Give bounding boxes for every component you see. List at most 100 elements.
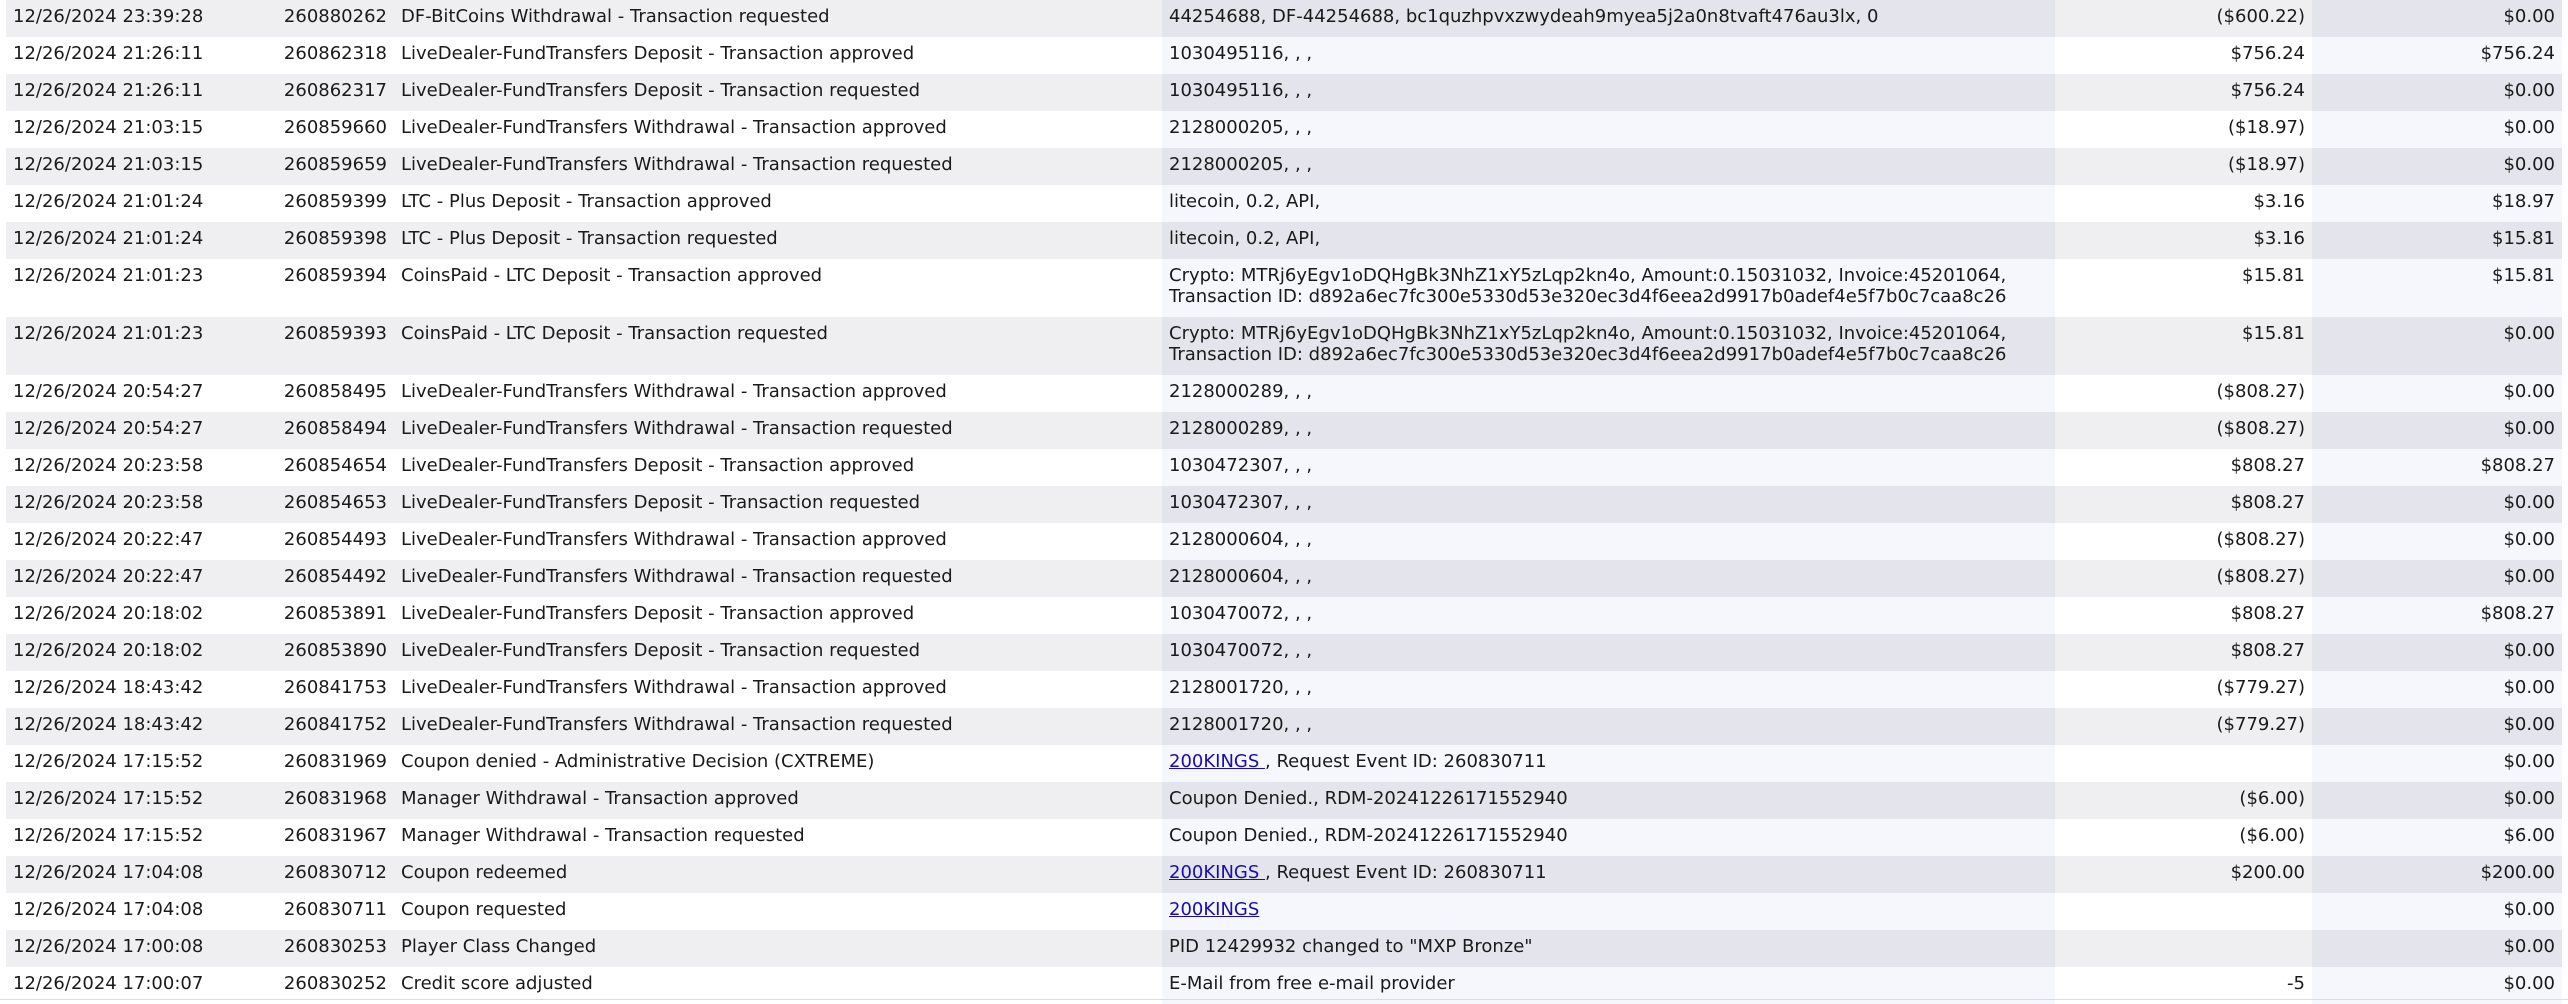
cell-balance: $0.00 [2312, 671, 2562, 708]
cell-description: LTC - Plus Deposit - Transaction approve… [394, 185, 1162, 222]
cell-details: 1030495116, , , [1162, 74, 2055, 111]
cell-balance: $0.00 [2312, 634, 2562, 671]
cell-transaction-id: 260841752 [262, 708, 394, 745]
cell-amount: $756.24 [2055, 74, 2312, 111]
cell-transaction-id: 260841753 [262, 671, 394, 708]
cell-amount: ($18.97) [2055, 148, 2312, 185]
cell-transaction-id: 260858494 [262, 412, 394, 449]
cell-details: 2128000289, , , [1162, 375, 2055, 412]
table-row: 12/26/2024 17:15:52 260831969 Coupon denie… [6, 745, 2562, 782]
cell-date: 12/26/2024 18:43:42 [6, 708, 262, 745]
coupon-code-link[interactable]: 200KINGS [1169, 751, 1265, 772]
cell-description: DF-BitCoins Withdrawal - Transaction req… [394, 0, 1162, 37]
details-line: Coupon Denied., RDM-20241226171552940 [1169, 788, 2048, 809]
cell-amount: $808.27 [2055, 449, 2312, 486]
cell-balance: $756.24 [2312, 37, 2562, 74]
details-line: 2128000604, , , [1169, 529, 2048, 550]
cell-date: 12/26/2024 18:43:42 [6, 671, 262, 708]
cell-details: 2128000205, , , [1162, 148, 2055, 185]
cell-details: 2128000604, , , [1162, 560, 2055, 597]
details-text: E-Mail from free e-mail provider [1169, 973, 1455, 994]
cell-details: 1030472307, , , [1162, 486, 2055, 523]
table-row: 12/26/2024 17:15:52 260831967 Manager With… [6, 819, 2562, 856]
cell-details: 2128001720, , , [1162, 671, 2055, 708]
cell-amount: ($18.97) [2055, 111, 2312, 148]
details-line: 1030495116, , , [1169, 43, 2048, 64]
coupon-code-link[interactable]: 200KINGS [1169, 899, 1259, 920]
cell-balance: $18.97 [2312, 185, 2562, 222]
cell-balance: $808.27 [2312, 449, 2562, 486]
table-row: 12/26/2024 18:43:42 260841753 LiveDealer-F… [6, 671, 2562, 708]
cell-description: LiveDealer-FundTransfers Withdrawal - Tr… [394, 148, 1162, 185]
cell-balance: $0.00 [2312, 412, 2562, 449]
details-text: 2128000604, , , [1169, 529, 1313, 550]
table-row: 12/26/2024 17:04:08 260830711 Coupon reque… [6, 893, 2562, 930]
table-row: 12/26/2024 21:26:11 260862317 LiveDealer-F… [6, 74, 2562, 111]
cell-transaction-id: 260858495 [262, 375, 394, 412]
cell-transaction-id: 260830253 [262, 930, 394, 967]
cell-balance: $0.00 [2312, 317, 2562, 375]
cell-date: 12/26/2024 21:03:15 [6, 111, 262, 148]
cell-date: 12/26/2024 20:54:27 [6, 375, 262, 412]
cell-description: LiveDealer-FundTransfers Deposit - Trans… [394, 449, 1162, 486]
table-row: 12/26/2024 23:39:28 260880262 DF-BitCoins … [6, 0, 2562, 37]
details-text: Crypto: MTRj6yEgv1oDQHgBk3NhZ1xY5zLqp2kn… [1169, 265, 2007, 286]
cell-date: 12/26/2024 21:01:24 [6, 222, 262, 259]
table-row: 12/26/2024 20:23:58 260854654 LiveDealer-F… [6, 449, 2562, 486]
table-row: 12/26/2024 17:15:52 260831968 Manager With… [6, 782, 2562, 819]
details-line: 2128000604, , , [1169, 566, 2048, 587]
table-row: 12/26/2024 21:01:24 260859399 LTC - Plus D… [6, 185, 2562, 222]
cell-date: 12/26/2024 21:26:11 [6, 74, 262, 111]
table-row: 12/26/2024 21:26:11 260862318 LiveDealer-F… [6, 37, 2562, 74]
cell-details: 2128000205, , , [1162, 111, 2055, 148]
details-text: 1030470072, , , [1169, 640, 1313, 661]
cell-description: LiveDealer-FundTransfers Withdrawal - Tr… [394, 111, 1162, 148]
cell-transaction-id: 260862318 [262, 37, 394, 74]
cell-details: Coupon Denied., RDM-20241226171552940 [1162, 819, 2055, 856]
cell-details: PID 12429932 changed to "MXP Bronze" [1162, 930, 2055, 967]
cell-amount: ($808.27) [2055, 375, 2312, 412]
cell-amount: ($808.27) [2055, 523, 2312, 560]
details-text: 2128000205, , , [1169, 154, 1313, 175]
details-text: , Request Event ID: 260830711 [1265, 751, 1547, 772]
cell-amount: $756.24 [2055, 37, 2312, 74]
cell-transaction-id: 260880262 [262, 0, 394, 37]
cell-balance: $0.00 [2312, 782, 2562, 819]
cell-details: 2128001720, , , [1162, 708, 2055, 745]
details-text: litecoin, 0.2, API, [1169, 228, 1321, 249]
details-text: 2128000289, , , [1169, 381, 1313, 402]
cell-amount: ($808.27) [2055, 412, 2312, 449]
cell-description: LiveDealer-FundTransfers Withdrawal - Tr… [394, 671, 1162, 708]
table-row: 12/26/2024 20:54:27 260858494 LiveDealer-F… [6, 412, 2562, 449]
table-row: 12/26/2024 20:54:27 260858495 LiveDealer-F… [6, 375, 2562, 412]
cell-date: 12/26/2024 20:22:47 [6, 560, 262, 597]
cell-description: LiveDealer-FundTransfers Deposit - Trans… [394, 634, 1162, 671]
cell-details: 1030495116, , , [1162, 37, 2055, 74]
details-text: 2128000289, , , [1169, 418, 1313, 439]
coupon-code-link[interactable]: 200KINGS [1169, 862, 1265, 883]
cell-balance: $0.00 [2312, 486, 2562, 523]
cell-amount: ($6.00) [2055, 782, 2312, 819]
details-line: 1030470072, , , [1169, 603, 2048, 624]
details-line: Coupon Denied., RDM-20241226171552940 [1169, 825, 2048, 846]
table-row: 12/26/2024 20:22:47 260854492 LiveDealer-F… [6, 560, 2562, 597]
cell-description: LiveDealer-FundTransfers Withdrawal - Tr… [394, 523, 1162, 560]
details-line: 44254688, DF-44254688, bc1quzhpvxzwydeah… [1169, 6, 2048, 27]
cell-transaction-id: 260859660 [262, 111, 394, 148]
details-text-line-2: Transaction ID: d892a6ec7fc300e5330d53e3… [1169, 286, 2007, 307]
details-text: 1030495116, , , [1169, 80, 1313, 101]
cell-balance: $200.00 [2312, 856, 2562, 893]
cell-amount: ($779.27) [2055, 671, 2312, 708]
cell-transaction-id: 260854653 [262, 486, 394, 523]
cell-balance: $0.00 [2312, 930, 2562, 967]
details-line: 2128001720, , , [1169, 677, 2048, 698]
cell-description: LiveDealer-FundTransfers Deposit - Trans… [394, 37, 1162, 74]
cell-description: Player Class Changed [394, 930, 1162, 967]
cell-amount: $15.81 [2055, 317, 2312, 375]
details-line: 2128001720, , , [1169, 714, 2048, 735]
details-text: PID 12429932 changed to "MXP Bronze" [1169, 936, 1533, 957]
details-text: Coupon Denied., RDM-20241226171552940 [1169, 825, 1568, 846]
details-text: litecoin, 0.2, API, [1169, 191, 1321, 212]
cell-description: LiveDealer-FundTransfers Withdrawal - Tr… [394, 375, 1162, 412]
cell-balance: $0.00 [2312, 745, 2562, 782]
